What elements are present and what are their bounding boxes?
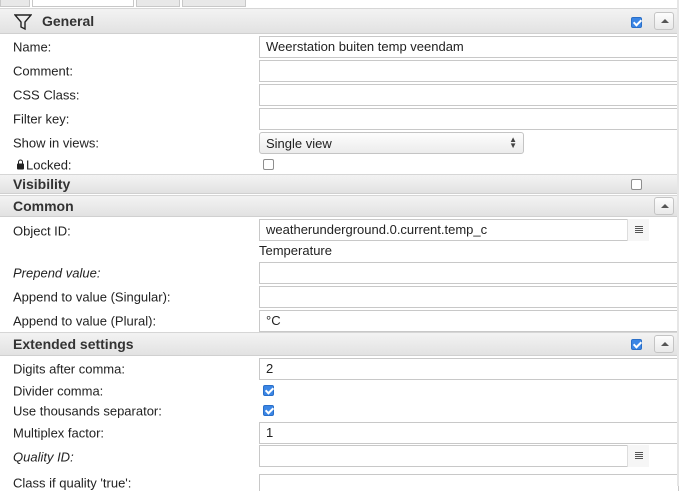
multiplex-label: Multiplex factor: xyxy=(13,425,105,441)
show-in-views-select[interactable]: Single view ▲ ▼ xyxy=(259,132,524,154)
divider-comma-label: Divider comma: xyxy=(13,383,104,399)
append-plural-input[interactable]: °C xyxy=(259,310,679,332)
append-singular-label: Append to value (Singular): xyxy=(13,289,171,305)
css-class-label: CSS Class: xyxy=(13,87,80,103)
extended-enable-checkbox[interactable] xyxy=(631,339,642,350)
show-in-views-row: Show in views: Single view ▲ ▼ xyxy=(0,131,679,155)
append-singular-input[interactable] xyxy=(259,286,679,308)
section-general-title: General xyxy=(42,13,95,29)
filter-key-label: Filter key: xyxy=(13,111,70,127)
general-enable-checkbox[interactable] xyxy=(631,17,642,28)
quality-id-label: Quality ID: xyxy=(13,449,74,465)
comment-input[interactable] xyxy=(259,60,679,82)
append-singular-row: Append to value (Singular): xyxy=(0,285,679,309)
visibility-enable-checkbox[interactable] xyxy=(631,179,642,190)
css-class-input[interactable] xyxy=(259,84,679,106)
digits-label: Digits after comma: xyxy=(13,361,125,377)
quality-id-row: Quality ID: xyxy=(0,445,679,469)
section-visibility-header[interactable]: Visibility xyxy=(0,174,679,194)
multiplex-row: Multiplex factor: 1 xyxy=(0,421,679,445)
filter-key-input[interactable] xyxy=(259,108,679,130)
class-quality-label: Class if quality 'true': xyxy=(13,475,132,491)
digits-input[interactable]: 2 xyxy=(259,358,679,380)
locked-label: Locked: xyxy=(26,157,72,173)
divider-comma-row: Divider comma: xyxy=(0,381,679,401)
lock-icon xyxy=(17,159,24,171)
prepend-row: Prepend value: xyxy=(0,261,679,285)
section-common-header[interactable]: Common xyxy=(0,195,679,217)
section-visibility-title: Visibility xyxy=(13,176,71,192)
chevron-up-icon[interactable] xyxy=(654,197,674,215)
quality-id-input[interactable] xyxy=(259,445,628,467)
locked-checkbox[interactable] xyxy=(263,159,274,170)
list-icon[interactable] xyxy=(627,445,649,467)
select-arrows-icon: ▲ ▼ xyxy=(509,135,517,150)
thousands-row: Use thousands separator: xyxy=(0,401,679,421)
section-extended-header[interactable]: Extended settings xyxy=(0,332,679,356)
comment-row: Comment: xyxy=(0,59,679,83)
object-id-row: Object ID: weatherunderground.0.current.… xyxy=(0,219,679,243)
divider-comma-checkbox[interactable] xyxy=(263,385,274,396)
section-common-title: Common xyxy=(13,198,74,214)
properties-panel: General Name: Weerstation buiten temp ve… xyxy=(0,6,679,491)
class-quality-input[interactable] xyxy=(259,474,679,491)
object-id-label: Object ID: xyxy=(13,223,71,239)
thousands-label: Use thousands separator: xyxy=(13,403,162,419)
class-quality-row: Class if quality 'true': xyxy=(0,471,679,491)
name-input[interactable]: Weerstation buiten temp veendam xyxy=(259,36,679,58)
comment-label: Comment: xyxy=(13,63,73,79)
show-in-views-value: Single view xyxy=(266,136,332,151)
list-icon[interactable] xyxy=(627,219,649,241)
multiplex-input[interactable]: 1 xyxy=(259,422,679,444)
thousands-checkbox[interactable] xyxy=(263,405,274,416)
object-id-description: Temperature xyxy=(259,243,332,258)
name-row: Name: Weerstation buiten temp veendam xyxy=(0,35,679,59)
append-plural-label: Append to value (Plural): xyxy=(13,313,157,329)
locked-label-group: Locked: xyxy=(17,158,72,173)
object-id-input[interactable]: weatherunderground.0.current.temp_c xyxy=(259,219,628,241)
section-extended-title: Extended settings xyxy=(13,336,134,352)
name-label: Name: xyxy=(13,39,52,55)
prepend-label: Prepend value: xyxy=(13,265,101,281)
append-plural-row: Append to value (Plural): °C xyxy=(0,309,679,333)
section-general-header[interactable]: General xyxy=(0,8,679,34)
show-in-views-label: Show in views: xyxy=(13,135,99,151)
object-id-desc-row: Temperature xyxy=(0,243,679,261)
chevron-up-icon[interactable] xyxy=(654,335,674,353)
chevron-up-icon[interactable] xyxy=(654,12,674,30)
filter-icon xyxy=(14,14,32,31)
filter-key-row: Filter key: xyxy=(0,107,679,131)
css-class-row: CSS Class: xyxy=(0,83,679,107)
prepend-input[interactable] xyxy=(259,262,679,284)
digits-row: Digits after comma: 2 xyxy=(0,357,679,381)
locked-row: Locked: xyxy=(0,155,679,175)
